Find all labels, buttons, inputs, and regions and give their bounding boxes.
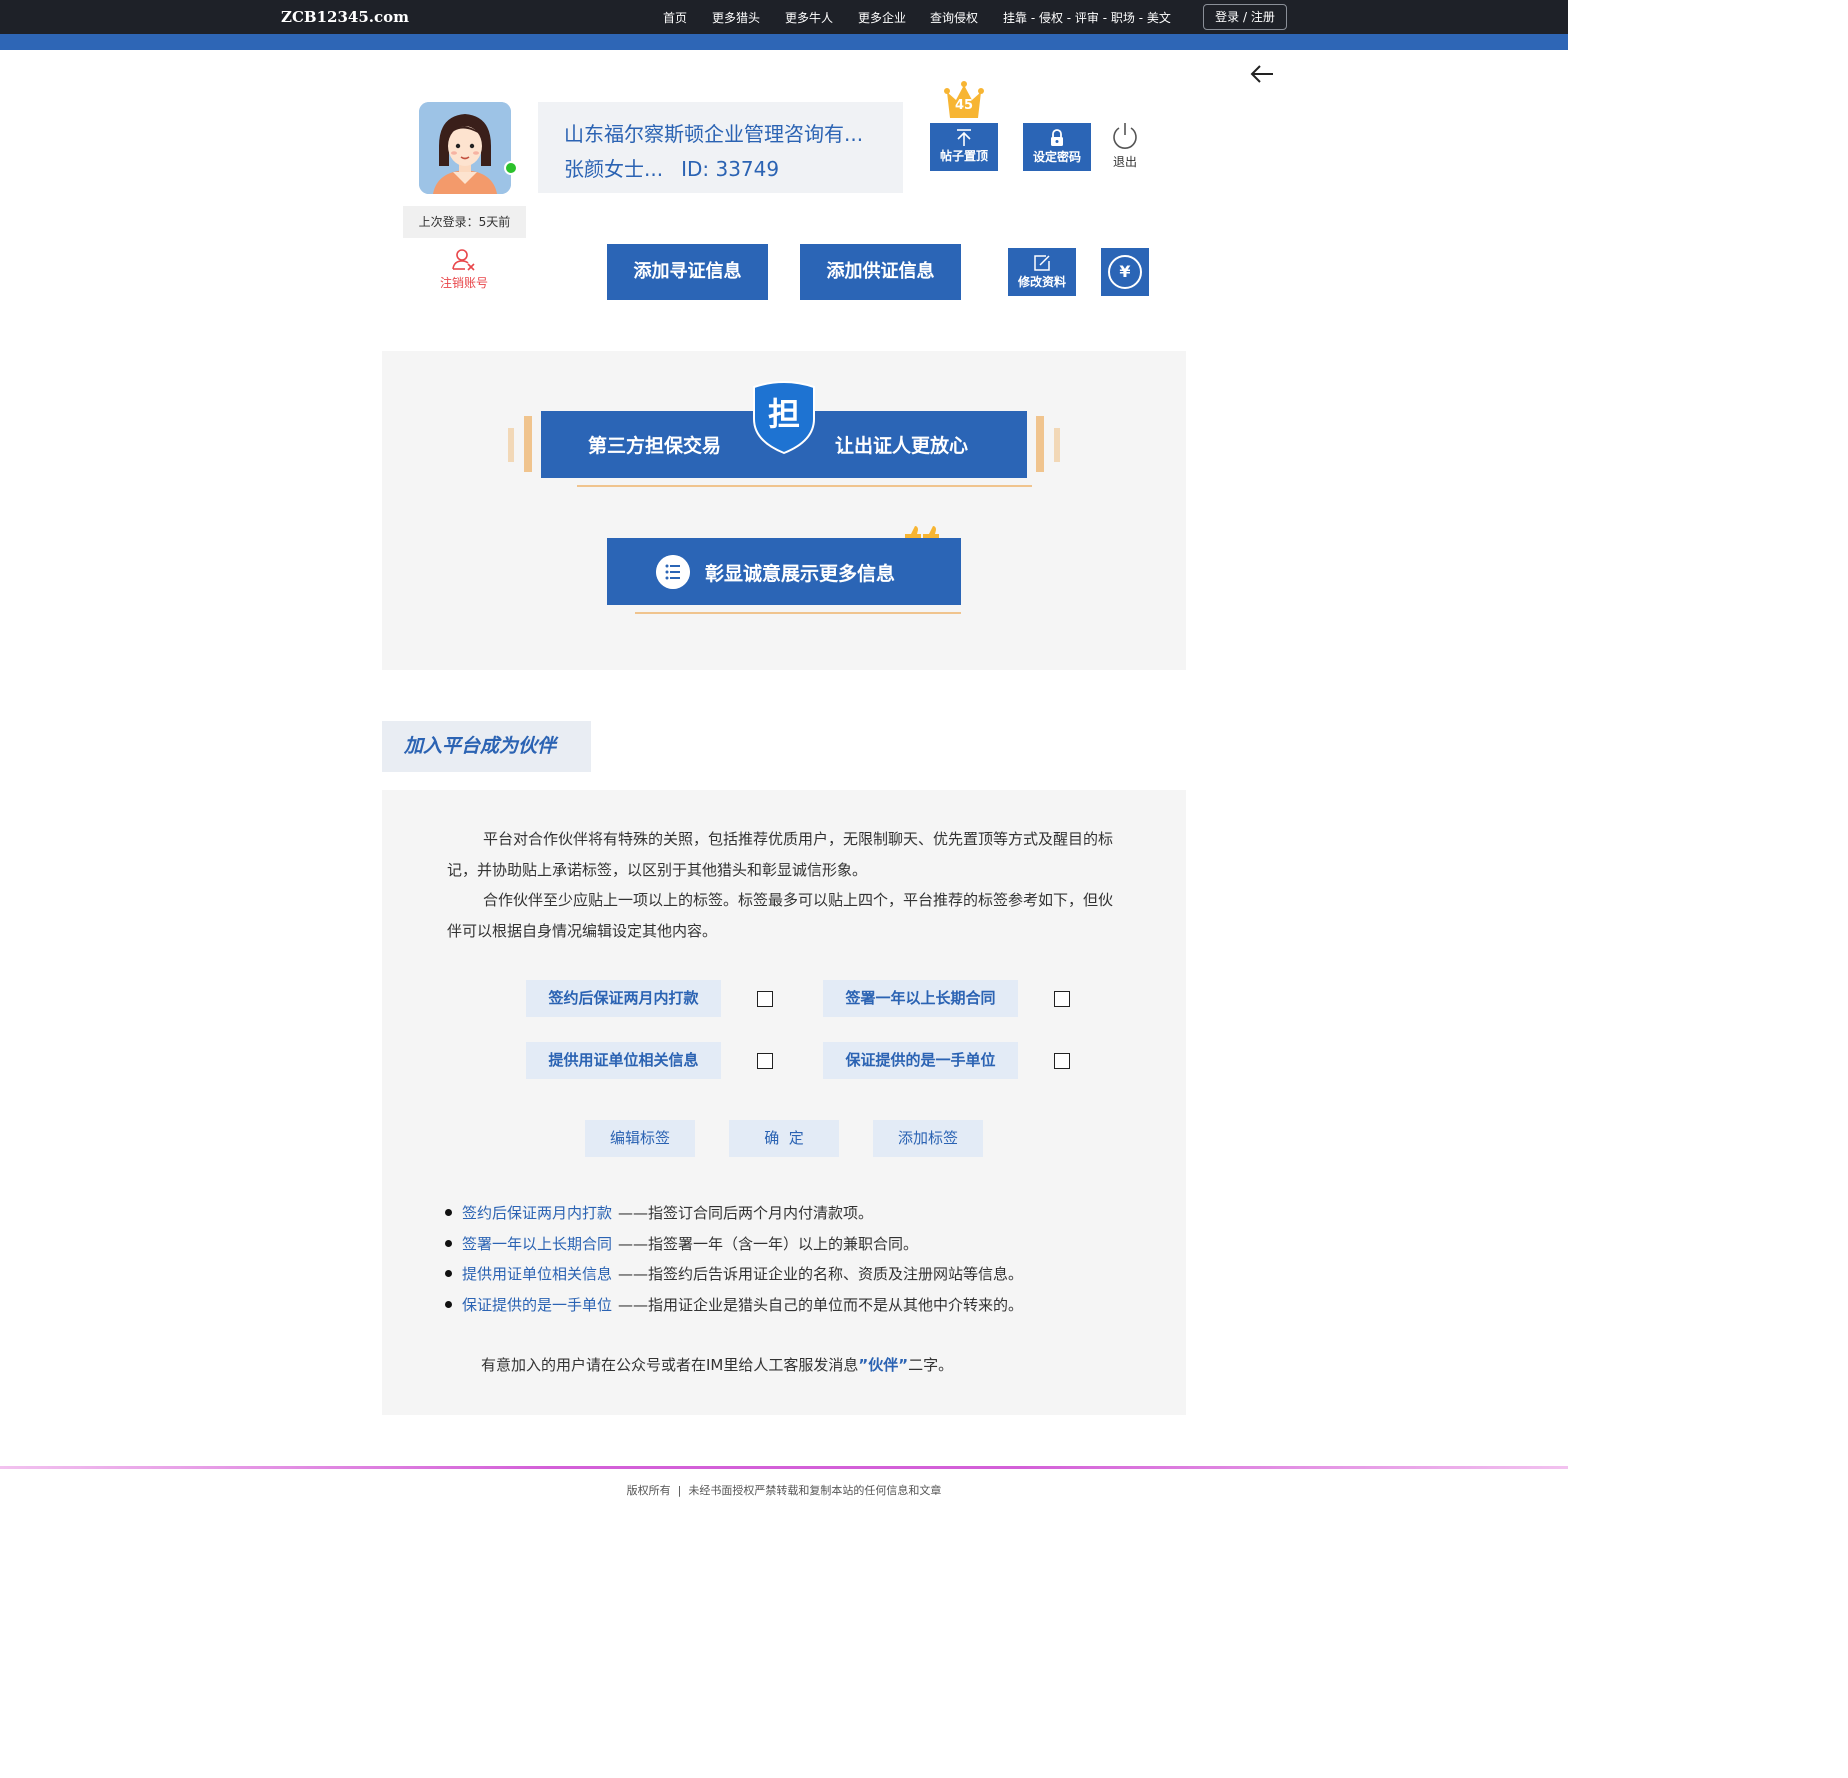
nav-more-talents[interactable]: 更多牛人	[785, 9, 833, 26]
last-login-label: 上次登录：5天前	[403, 206, 526, 238]
pin-top-icon	[957, 129, 971, 146]
partner-section-title: 加入平台成为伙伴	[382, 721, 591, 772]
contact-text-before: 有意加入的用户请在公众号或者在IM里给人工客服发消息	[481, 1356, 859, 1374]
avatar[interactable]	[419, 102, 511, 194]
definition-row: 签约后保证两月内打款 ——指签订合同后两个月内付清款项。	[445, 1202, 873, 1223]
definition-term: 签约后保证两月内打款	[462, 1204, 613, 1222]
banner-deco-left-outer	[508, 428, 514, 462]
contact-instruction: 有意加入的用户请在公众号或者在IM里给人工客服发消息”伙伴”二字。	[481, 1354, 953, 1375]
guarantee-left-text: 第三方担保交易	[588, 435, 722, 457]
pin-post-button[interactable]: 帖子置顶	[930, 123, 998, 171]
definition-desc: ——指用证企业是猎头自己的单位而不是从其他中介转来的。	[618, 1296, 1024, 1314]
set-password-button[interactable]: 设定密码	[1023, 123, 1091, 171]
recharge-button[interactable]: ¥	[1101, 248, 1149, 296]
definition-row: 保证提供的是一手单位 ——指用证企业是猎头自己的单位而不是从其他中介转来的。	[445, 1294, 1023, 1315]
nav-categories[interactable]: 挂靠 - 侵权 - 评审 - 职场 - 美文	[1003, 9, 1171, 26]
crown-level-value: 45	[954, 98, 974, 113]
tag-provide-unit-info: 提供用证单位相关信息	[526, 1042, 721, 1079]
bullet-dot	[445, 1270, 452, 1277]
shield-char: 担	[768, 395, 800, 433]
partner-tag-paragraph: 合作伙伴至少应贴上一项以上的标签。标签最多可以贴上四个，平台推荐的标签参考如下，…	[447, 891, 1114, 940]
cancel-account-label: 注销账号	[439, 276, 488, 290]
edit-profile-label: 修改资料	[1017, 275, 1066, 289]
lock-icon	[1051, 129, 1063, 146]
banner-deco-right-outer	[1054, 428, 1060, 462]
more-button-underline	[635, 612, 961, 614]
nav-infringement-query[interactable]: 查询侵权	[930, 9, 978, 26]
checkbox-first-hand-unit[interactable]	[1054, 1053, 1070, 1069]
nav-more-headhunters[interactable]: 更多猎头	[712, 9, 760, 26]
user-id: ID: 33749	[681, 157, 780, 181]
add-seek-info-button[interactable]: 添加寻证信息	[607, 244, 768, 300]
add-tag-button[interactable]: 添加标签	[873, 1120, 983, 1157]
checkbox-long-term-contract[interactable]	[1054, 991, 1070, 1007]
checkbox-provide-unit-info[interactable]	[757, 1053, 773, 1069]
show-more-info-button[interactable]: 彰显诚意展示更多信息	[607, 538, 961, 605]
add-supply-info-button[interactable]: 添加供证信息	[800, 244, 961, 300]
power-icon	[1113, 123, 1137, 149]
contact-keyword: ”伙伴”	[858, 1356, 909, 1374]
edit-icon	[1034, 255, 1050, 271]
person-name: 张颜女士...	[564, 157, 664, 181]
set-password-label: 设定密码	[1032, 150, 1081, 164]
banner-deco-right-inner	[1036, 416, 1044, 472]
shield-icon: 担	[753, 381, 815, 455]
logout-button[interactable]: 退出	[1107, 121, 1143, 170]
yuan-icon: ¥	[1108, 255, 1142, 289]
avatar-portrait-icon	[419, 102, 511, 194]
contact-text-after: 二字。	[908, 1356, 954, 1374]
company-name: 山东福尔察斯顿企业管理咨询有...	[564, 122, 864, 146]
definition-term: 签署一年以上长期合同	[462, 1235, 613, 1253]
site-logo[interactable]: ZCB12345.com	[281, 8, 409, 26]
nav-accent-bar	[0, 34, 1568, 50]
definition-row: 签署一年以上长期合同 ——指签署一年（含一年）以上的兼职合同。	[445, 1233, 918, 1254]
confirm-button[interactable]: 确 定	[729, 1120, 839, 1157]
pin-post-label: 帖子置顶	[939, 149, 988, 163]
guarantee-right-text: 让出证人更放心	[835, 435, 969, 457]
logout-label: 退出	[1112, 155, 1137, 169]
show-more-info-label: 彰显诚意展示更多信息	[705, 563, 896, 585]
footer-divider	[0, 1466, 1568, 1469]
edit-profile-button[interactable]: 修改资料	[1008, 248, 1076, 296]
level-crown-badge: 45	[944, 80, 984, 118]
user-remove-icon	[452, 249, 475, 271]
back-arrow-icon[interactable]	[1249, 62, 1275, 86]
cancel-account-button[interactable]: 注销账号	[424, 248, 504, 291]
bullet-dot	[445, 1209, 452, 1216]
footer-copyright: 版权所有 | 未经书面授权严禁转载和复制本站的任何信息和文章	[626, 1484, 942, 1497]
partner-intro-paragraph: 平台对合作伙伴将有特殊的关照，包括推荐优质用户，无限制聊天、优先置顶等方式及醒目…	[447, 830, 1114, 879]
tag-first-hand-unit: 保证提供的是一手单位	[823, 1042, 1018, 1079]
definition-row: 提供用证单位相关信息 ——指签约后告诉用证企业的名称、资质及注册网站等信息。	[445, 1263, 1023, 1284]
tag-long-term-contract: 签署一年以上长期合同	[823, 980, 1018, 1017]
definition-desc: ——指签署一年（含一年）以上的兼职合同。	[618, 1235, 919, 1253]
person-name-line: 张颜女士... ID: 33749	[564, 153, 779, 182]
tag-pay-within-two-months: 签约后保证两月内打款	[526, 980, 721, 1017]
profile-name-card: 山东福尔察斯顿企业管理咨询有... 张颜女士... ID: 33749	[538, 102, 903, 193]
definition-term: 提供用证单位相关信息	[462, 1265, 613, 1283]
definition-term: 保证提供的是一手单位	[462, 1296, 613, 1314]
top-nav-bar: ZCB12345.com 首页 更多猎头 更多牛人 更多企业 查询侵权 挂靠 -…	[0, 0, 1568, 34]
nav-more-companies[interactable]: 更多企业	[858, 9, 906, 26]
banner-underline	[577, 485, 1032, 487]
nav-home[interactable]: 首页	[663, 9, 687, 26]
bullet-dot	[445, 1301, 452, 1308]
edit-tags-button[interactable]: 编辑标签	[585, 1120, 695, 1157]
bullet-dot	[445, 1240, 452, 1247]
definition-desc: ——指签订合同后两个月内付清款项。	[618, 1204, 874, 1222]
online-status-dot	[504, 161, 518, 175]
banner-deco-left-inner	[524, 416, 532, 472]
login-register-button[interactable]: 登录 / 注册	[1203, 4, 1287, 30]
checkbox-pay-within-two-months[interactable]	[757, 991, 773, 1007]
list-icon	[656, 555, 690, 589]
definition-desc: ——指签约后告诉用证企业的名称、资质及注册网站等信息。	[618, 1265, 1024, 1283]
